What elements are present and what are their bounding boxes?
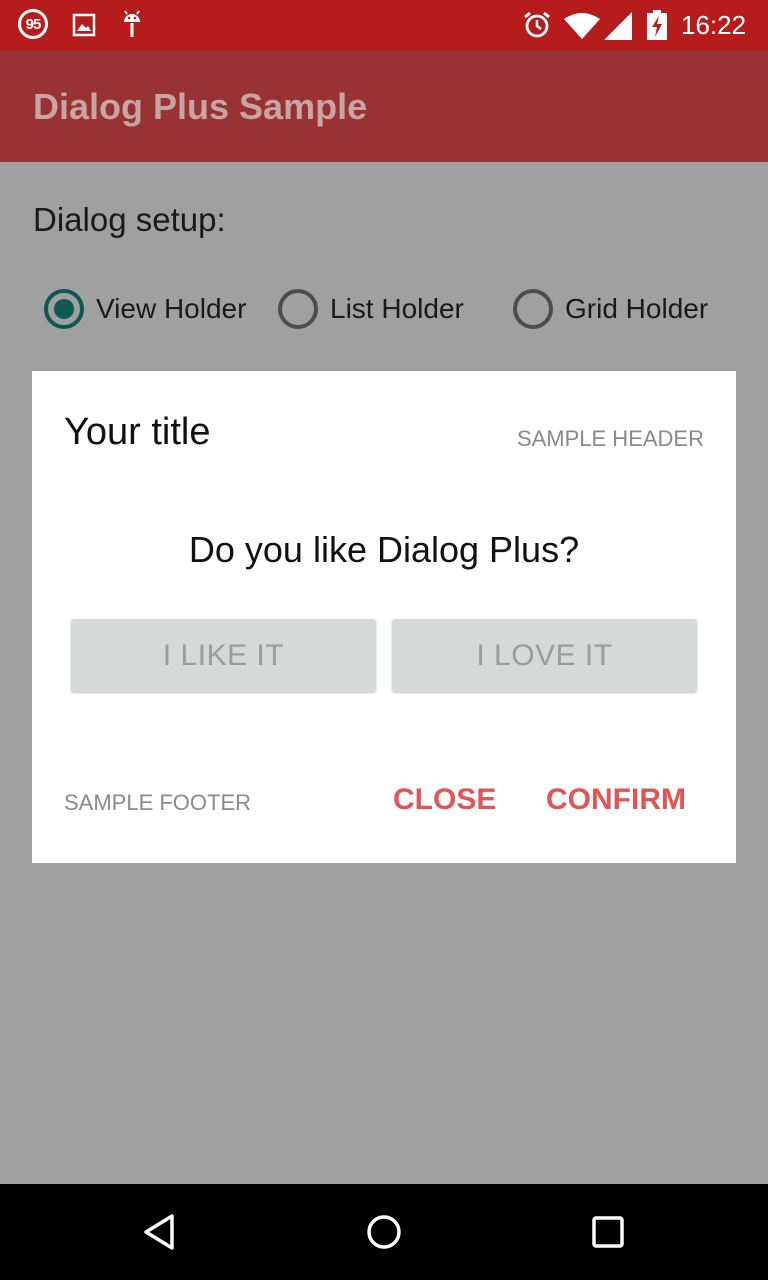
- dialog-title: Your title: [64, 411, 211, 453]
- holder-radio-group: View Holder List Holder Grid Holder: [0, 285, 768, 333]
- app-bar: Dialog Plus Sample: [0, 50, 768, 162]
- screen: 95 16:22 Dialog Plus Sample Dialog setup…: [0, 0, 768, 1280]
- signal-icon: [604, 12, 632, 40]
- status-clock: 16:22: [681, 10, 747, 40]
- radio-label: View Holder: [96, 293, 247, 324]
- app-title: Dialog Plus Sample: [33, 86, 368, 127]
- image-icon: [72, 13, 96, 37]
- radio-unchecked-icon: [278, 289, 318, 329]
- wifi-icon: [564, 13, 600, 39]
- dialog: Your title SAMPLE HEADER Do you like Dia…: [32, 371, 736, 863]
- i-like-it-button[interactable]: I LIKE IT: [71, 619, 376, 692]
- recents-icon[interactable]: [588, 1212, 628, 1252]
- close-button[interactable]: CLOSE: [393, 780, 496, 820]
- dialog-footer: SAMPLE FOOTER: [64, 790, 252, 815]
- dialog-question: Do you like Dialog Plus?: [188, 529, 580, 570]
- dialog-header: SAMPLE HEADER: [516, 426, 704, 451]
- status-bar: 95 16:22: [0, 0, 768, 50]
- radio-list-holder[interactable]: List Holder: [278, 285, 464, 333]
- radio-view-holder[interactable]: View Holder: [44, 285, 246, 333]
- radio-label: Grid Holder: [565, 293, 709, 324]
- home-icon[interactable]: [364, 1212, 404, 1252]
- i-love-it-button[interactable]: I LOVE IT: [392, 619, 697, 692]
- radio-label: List Holder: [330, 293, 464, 324]
- confirm-button[interactable]: CONFIRM: [546, 780, 686, 820]
- notification-badge-icon: 95: [18, 9, 48, 39]
- radio-grid-holder[interactable]: Grid Holder: [513, 285, 708, 333]
- back-icon[interactable]: [140, 1212, 180, 1252]
- android-icon: [124, 10, 140, 37]
- dialog-setup-label: Dialog setup:: [33, 201, 226, 238]
- radio-checked-icon: [44, 289, 84, 329]
- battery-charging-icon: [647, 10, 667, 40]
- navigation-bar: [0, 1184, 768, 1280]
- radio-unchecked-icon: [513, 289, 553, 329]
- alarm-icon: [524, 11, 550, 38]
